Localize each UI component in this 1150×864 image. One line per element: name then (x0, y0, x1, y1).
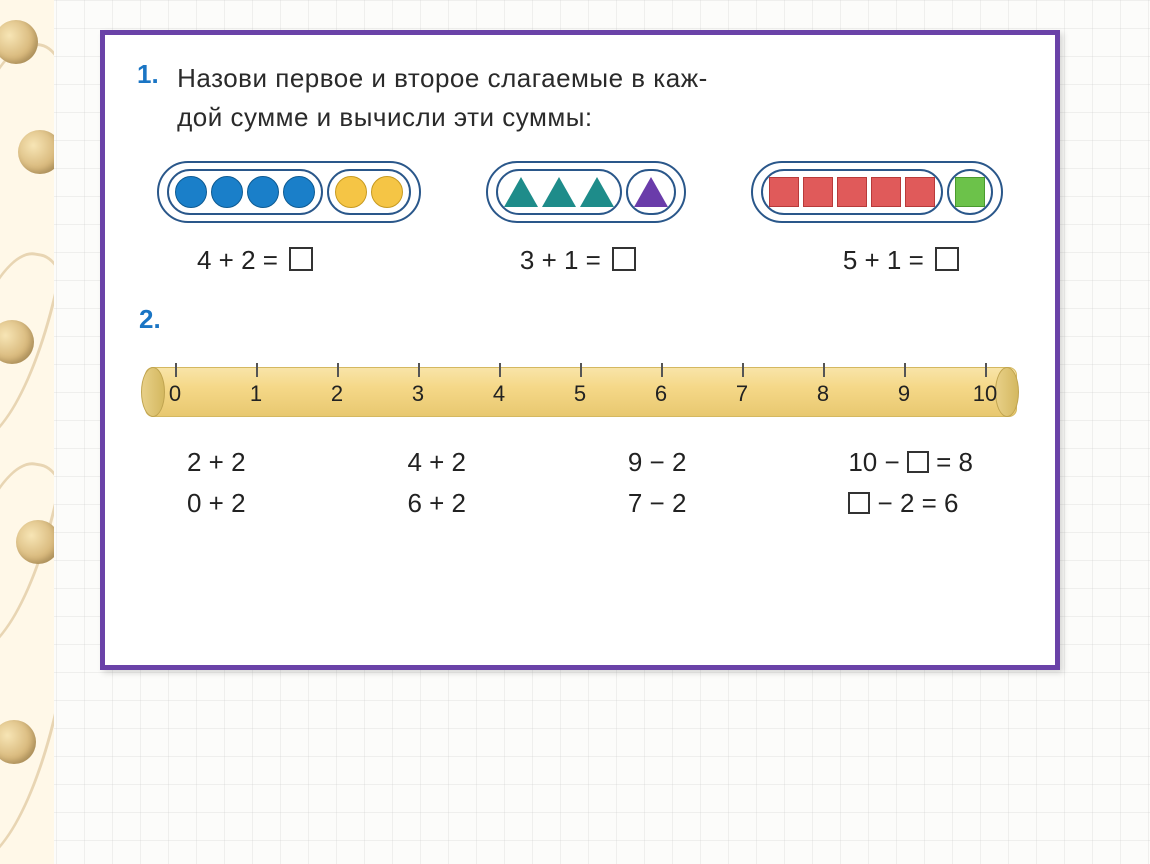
eq-cell: 4 + 2 (407, 447, 466, 478)
ruler-tick (823, 363, 825, 377)
ruler-label: 0 (169, 381, 181, 407)
ruler-label: 4 (493, 381, 505, 407)
eq-cell: − 2 = 6 (848, 488, 973, 519)
ruler-label: 7 (736, 381, 748, 407)
task1-text: Назови первое и второе слагаемые в каж- … (177, 59, 997, 137)
ruler-tick (742, 363, 744, 377)
ruler-label: 3 (412, 381, 424, 407)
swirl-decoration (0, 452, 54, 864)
eq-column-2: 4 + 2 6 + 2 (407, 447, 466, 519)
green-square-icon (955, 177, 985, 207)
eq-cell: 6 + 2 (407, 488, 466, 519)
subgroup-blue-circles (167, 169, 323, 215)
shape-group-triangles (486, 161, 686, 223)
ruler-tick (337, 363, 339, 377)
ruler-label: 9 (898, 381, 910, 407)
ruler-tick (661, 363, 663, 377)
eq-cell: 2 + 2 (187, 447, 246, 478)
ruler-label: 1 (250, 381, 262, 407)
teal-triangle-icon (580, 177, 614, 207)
equation-2: 3 + 1 = (520, 245, 640, 276)
yellow-circle-icon (335, 176, 367, 208)
ruler-tick (256, 363, 258, 377)
worksheet-frame: 1. Назови первое и второе слагаемые в ка… (100, 30, 1060, 670)
equation-3: 5 + 1 = (843, 245, 963, 276)
red-square-icon (803, 177, 833, 207)
red-square-icon (769, 177, 799, 207)
blue-circle-icon (283, 176, 315, 208)
shape-group-squares (751, 161, 1003, 223)
red-square-icon (837, 177, 867, 207)
shape-group-circles (157, 161, 421, 223)
subgroup-red-squares (761, 169, 943, 215)
red-square-icon (905, 177, 935, 207)
ruler-tick (904, 363, 906, 377)
task1-number: 1. (137, 59, 159, 89)
task1-text-line1: Назови первое и второе слагаемые в каж- (177, 63, 708, 93)
ruler-label: 5 (574, 381, 586, 407)
eq-cell: 9 − 2 (628, 447, 687, 478)
subgroup-purple-triangle (626, 169, 676, 215)
ruler-cap-right (995, 367, 1019, 417)
ruler-tick (985, 363, 987, 377)
decorative-left-strip (0, 0, 54, 864)
blue-circle-icon (175, 176, 207, 208)
subgroup-green-square (947, 169, 993, 215)
bead-decoration (18, 130, 54, 174)
answer-box-icon (907, 451, 929, 473)
task1-equations-row: 4 + 2 = 3 + 1 = 5 + 1 = (137, 245, 1023, 276)
answer-box-icon (289, 247, 313, 271)
task1: 1. Назови первое и второе слагаемые в ка… (137, 59, 1023, 137)
blue-circle-icon (247, 176, 279, 208)
subgroup-yellow-circles (327, 169, 411, 215)
eq-column-4: 10 − = 8 − 2 = 6 (848, 447, 973, 519)
task2-equations-grid: 2 + 2 0 + 2 4 + 2 6 + 2 9 − 2 7 − 2 10 −… (137, 447, 1023, 519)
ruler-label: 10 (973, 381, 997, 407)
blue-circle-icon (211, 176, 243, 208)
eq-cell: 7 − 2 (628, 488, 687, 519)
ruler-label: 2 (331, 381, 343, 407)
eq-cell: 0 + 2 (187, 488, 246, 519)
equation-1: 4 + 2 = (197, 245, 317, 276)
bead-decoration (16, 520, 54, 564)
eq-column-3: 9 − 2 7 − 2 (628, 447, 687, 519)
answer-box-icon (848, 492, 870, 514)
eq-cell: 10 − = 8 (848, 447, 973, 478)
answer-box-icon (612, 247, 636, 271)
teal-triangle-icon (504, 177, 538, 207)
number-line-ruler: 0 1 2 3 4 5 6 7 8 9 10 (145, 353, 1015, 419)
ruler-cap-left (141, 367, 165, 417)
red-square-icon (871, 177, 901, 207)
subgroup-teal-triangles (496, 169, 622, 215)
ruler-tick (580, 363, 582, 377)
yellow-circle-icon (371, 176, 403, 208)
ruler-tick (499, 363, 501, 377)
ruler-tick (175, 363, 177, 377)
ruler-label: 6 (655, 381, 667, 407)
ruler-label: 8 (817, 381, 829, 407)
teal-triangle-icon (542, 177, 576, 207)
shape-row (137, 161, 1023, 223)
task1-text-line2: дой сумме и вычисли эти суммы: (177, 102, 592, 132)
answer-box-icon (935, 247, 959, 271)
purple-triangle-icon (634, 177, 668, 207)
ruler-tick (418, 363, 420, 377)
task2-number: 2. (139, 304, 1023, 335)
eq-column-1: 2 + 2 0 + 2 (187, 447, 246, 519)
